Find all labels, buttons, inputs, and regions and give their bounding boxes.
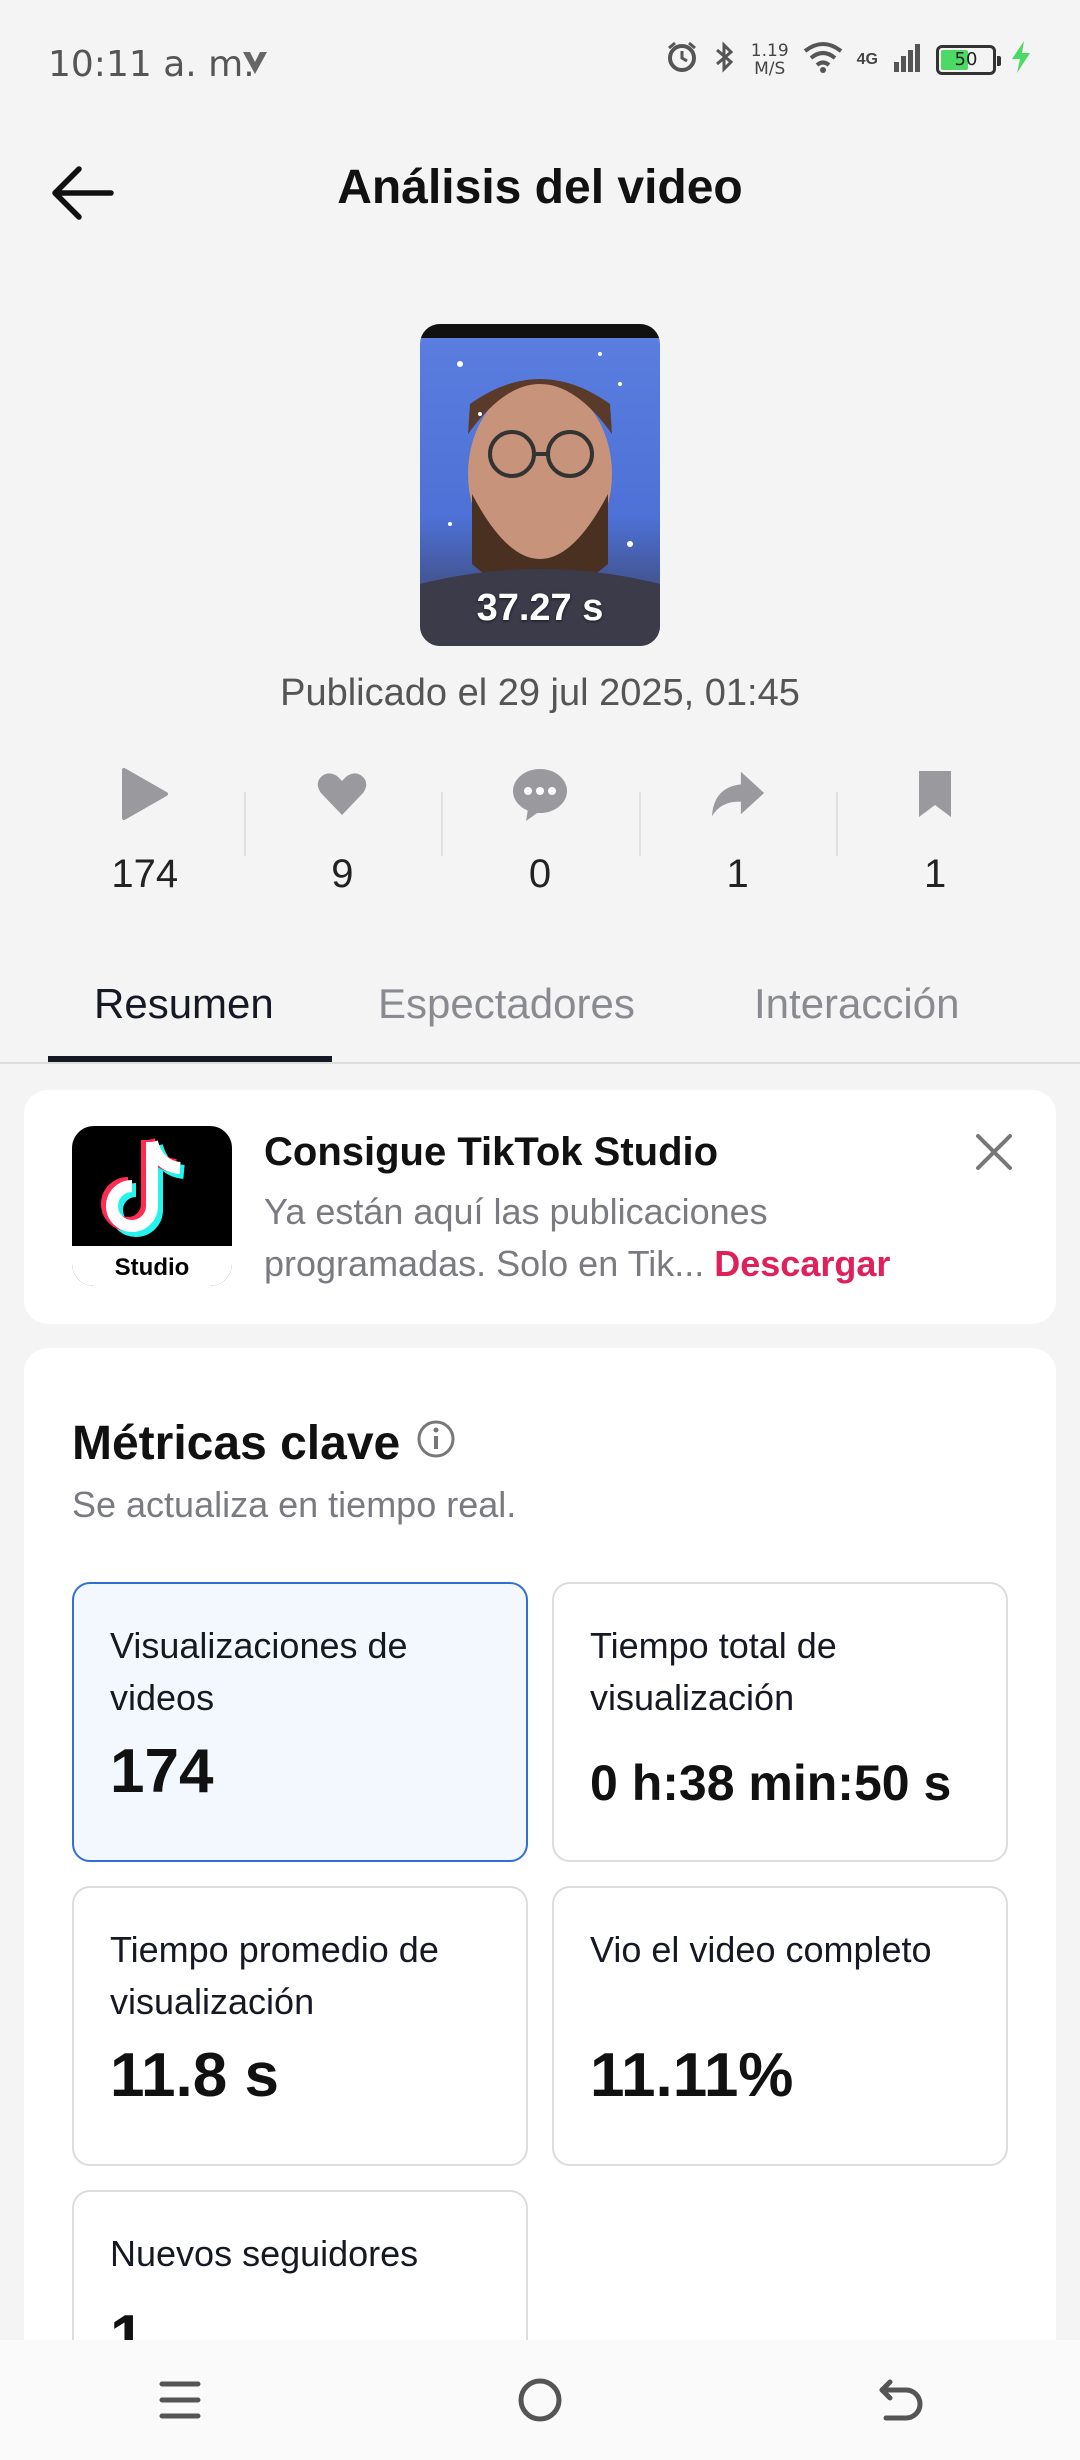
comment-icon (512, 766, 568, 822)
system-nav-bar (0, 2340, 1080, 2460)
logo-label: Studio (114, 1254, 190, 1281)
stat-saves: 1 (836, 766, 1034, 916)
play-icon (117, 766, 173, 822)
promo-description: Ya están aquí las publicaciones programa… (264, 1186, 1004, 1290)
tiktok-studio-promo[interactable]: Studio Consigue TikTok Studio Ya están a… (24, 1090, 1056, 1324)
bluetooth-icon (713, 40, 737, 79)
close-promo-button[interactable] (972, 1130, 1016, 1174)
stat-comments: 0 (441, 766, 639, 916)
metrics-subtitle: Se actualiza en tiempo real. (72, 1484, 517, 1525)
status-time: 10:11 a. m. (48, 44, 255, 85)
menu-icon (159, 2381, 201, 2419)
shares-count: 1 (726, 852, 749, 896)
metric-label: Tiempo total de visualización (590, 1625, 837, 1718)
stat-plays: 174 (46, 766, 244, 916)
stat-likes: 9 (243, 766, 442, 916)
metric-label: Visualizaciones de videos (110, 1625, 408, 1718)
recent-apps-button[interactable] (140, 2360, 220, 2440)
metric-value: 0 h:38 min:50 s (590, 1755, 952, 1811)
promo-desc-line1: Ya están aquí las publicaciones (264, 1191, 768, 1232)
metric-card-total-watch-time[interactable]: Tiempo total de visualización 0 h:38 min… (552, 1582, 1008, 1862)
battery-level: 50 (954, 49, 978, 70)
promo-desc-line2: programadas. Solo en Tik... (264, 1243, 705, 1284)
back-nav-button[interactable] (860, 2360, 940, 2440)
metric-card-views[interactable]: Visualizaciones de videos 174 (72, 1582, 528, 1862)
tab-resumen[interactable]: Resumen (94, 980, 274, 1028)
status-bar: 10:11 a. m. 1.19 M/S 4G 50 (0, 0, 1080, 130)
status-icons: 1.19 M/S 4G 50 (665, 40, 1032, 79)
tab-interaccion[interactable]: Interacción (754, 980, 959, 1028)
published-date: Publicado el 29 jul 2025, 01:45 (280, 672, 800, 714)
tab-bar: Resumen Espectadores Interacción (0, 960, 1080, 1064)
network-speed-value: 1.19 (750, 40, 789, 61)
metric-label: Vio el video completo (590, 1929, 932, 1970)
share-icon (710, 766, 766, 822)
stat-shares: 1 (638, 766, 837, 916)
network-speed-unit: M/S (754, 58, 786, 79)
battery-icon: 50 (936, 44, 1001, 75)
metric-value: 174 (110, 1737, 214, 1806)
comments-count: 0 (528, 852, 552, 896)
likes-count: 9 (331, 852, 354, 896)
plays-count: 174 (111, 852, 179, 896)
close-icon (976, 1134, 1012, 1170)
active-tab-indicator (48, 1056, 332, 1062)
page-title: Análisis del video (337, 161, 743, 214)
home-circle-icon (518, 2378, 562, 2422)
metric-card-full-watch[interactable]: Vio el video completo 11.11% (552, 1886, 1008, 2166)
promo-title: Consigue TikTok Studio (264, 1130, 719, 1174)
metric-value: 11.8 s (110, 2041, 279, 2110)
charging-icon (1010, 41, 1032, 78)
metrics-title-text: Métricas clave (72, 1417, 401, 1470)
key-metrics-card: Métricas clave Se actualiza en tiempo re… (24, 1348, 1056, 2460)
tab-espectadores[interactable]: Espectadores (378, 980, 635, 1028)
info-icon[interactable] (416, 1416, 456, 1471)
heart-icon (314, 766, 370, 822)
bookmark-icon (907, 766, 963, 822)
signal-icon (892, 42, 922, 77)
metric-label: Tiempo promedio de visualización (110, 1929, 439, 2022)
metrics-title: Métricas clave (72, 1416, 456, 1471)
download-link[interactable]: Descargar (714, 1243, 890, 1284)
home-button[interactable] (500, 2360, 580, 2440)
metric-value: 11.11% (590, 2041, 794, 2110)
network-speed: 1.19 M/S (751, 42, 789, 78)
tiktok-note-icon (101, 1137, 186, 1237)
back-curve-icon (879, 2379, 923, 2421)
metric-label: Nuevos seguidores (110, 2233, 419, 2274)
network-type: 4G (856, 50, 878, 68)
header: Análisis del video (0, 130, 1080, 250)
video-duration: 37.27 s (476, 587, 604, 629)
tiktok-studio-logo: Studio (72, 1126, 232, 1286)
app-notification-icon (240, 48, 270, 83)
video-thumbnail[interactable]: 37.27 s (420, 324, 660, 646)
alarm-icon (665, 40, 699, 79)
wifi-icon (803, 41, 843, 78)
saves-count: 1 (924, 852, 947, 896)
stats-row: 174 9 0 1 1 (46, 766, 1034, 916)
metric-card-avg-watch-time[interactable]: Tiempo promedio de visualización 11.8 s (72, 1886, 528, 2166)
